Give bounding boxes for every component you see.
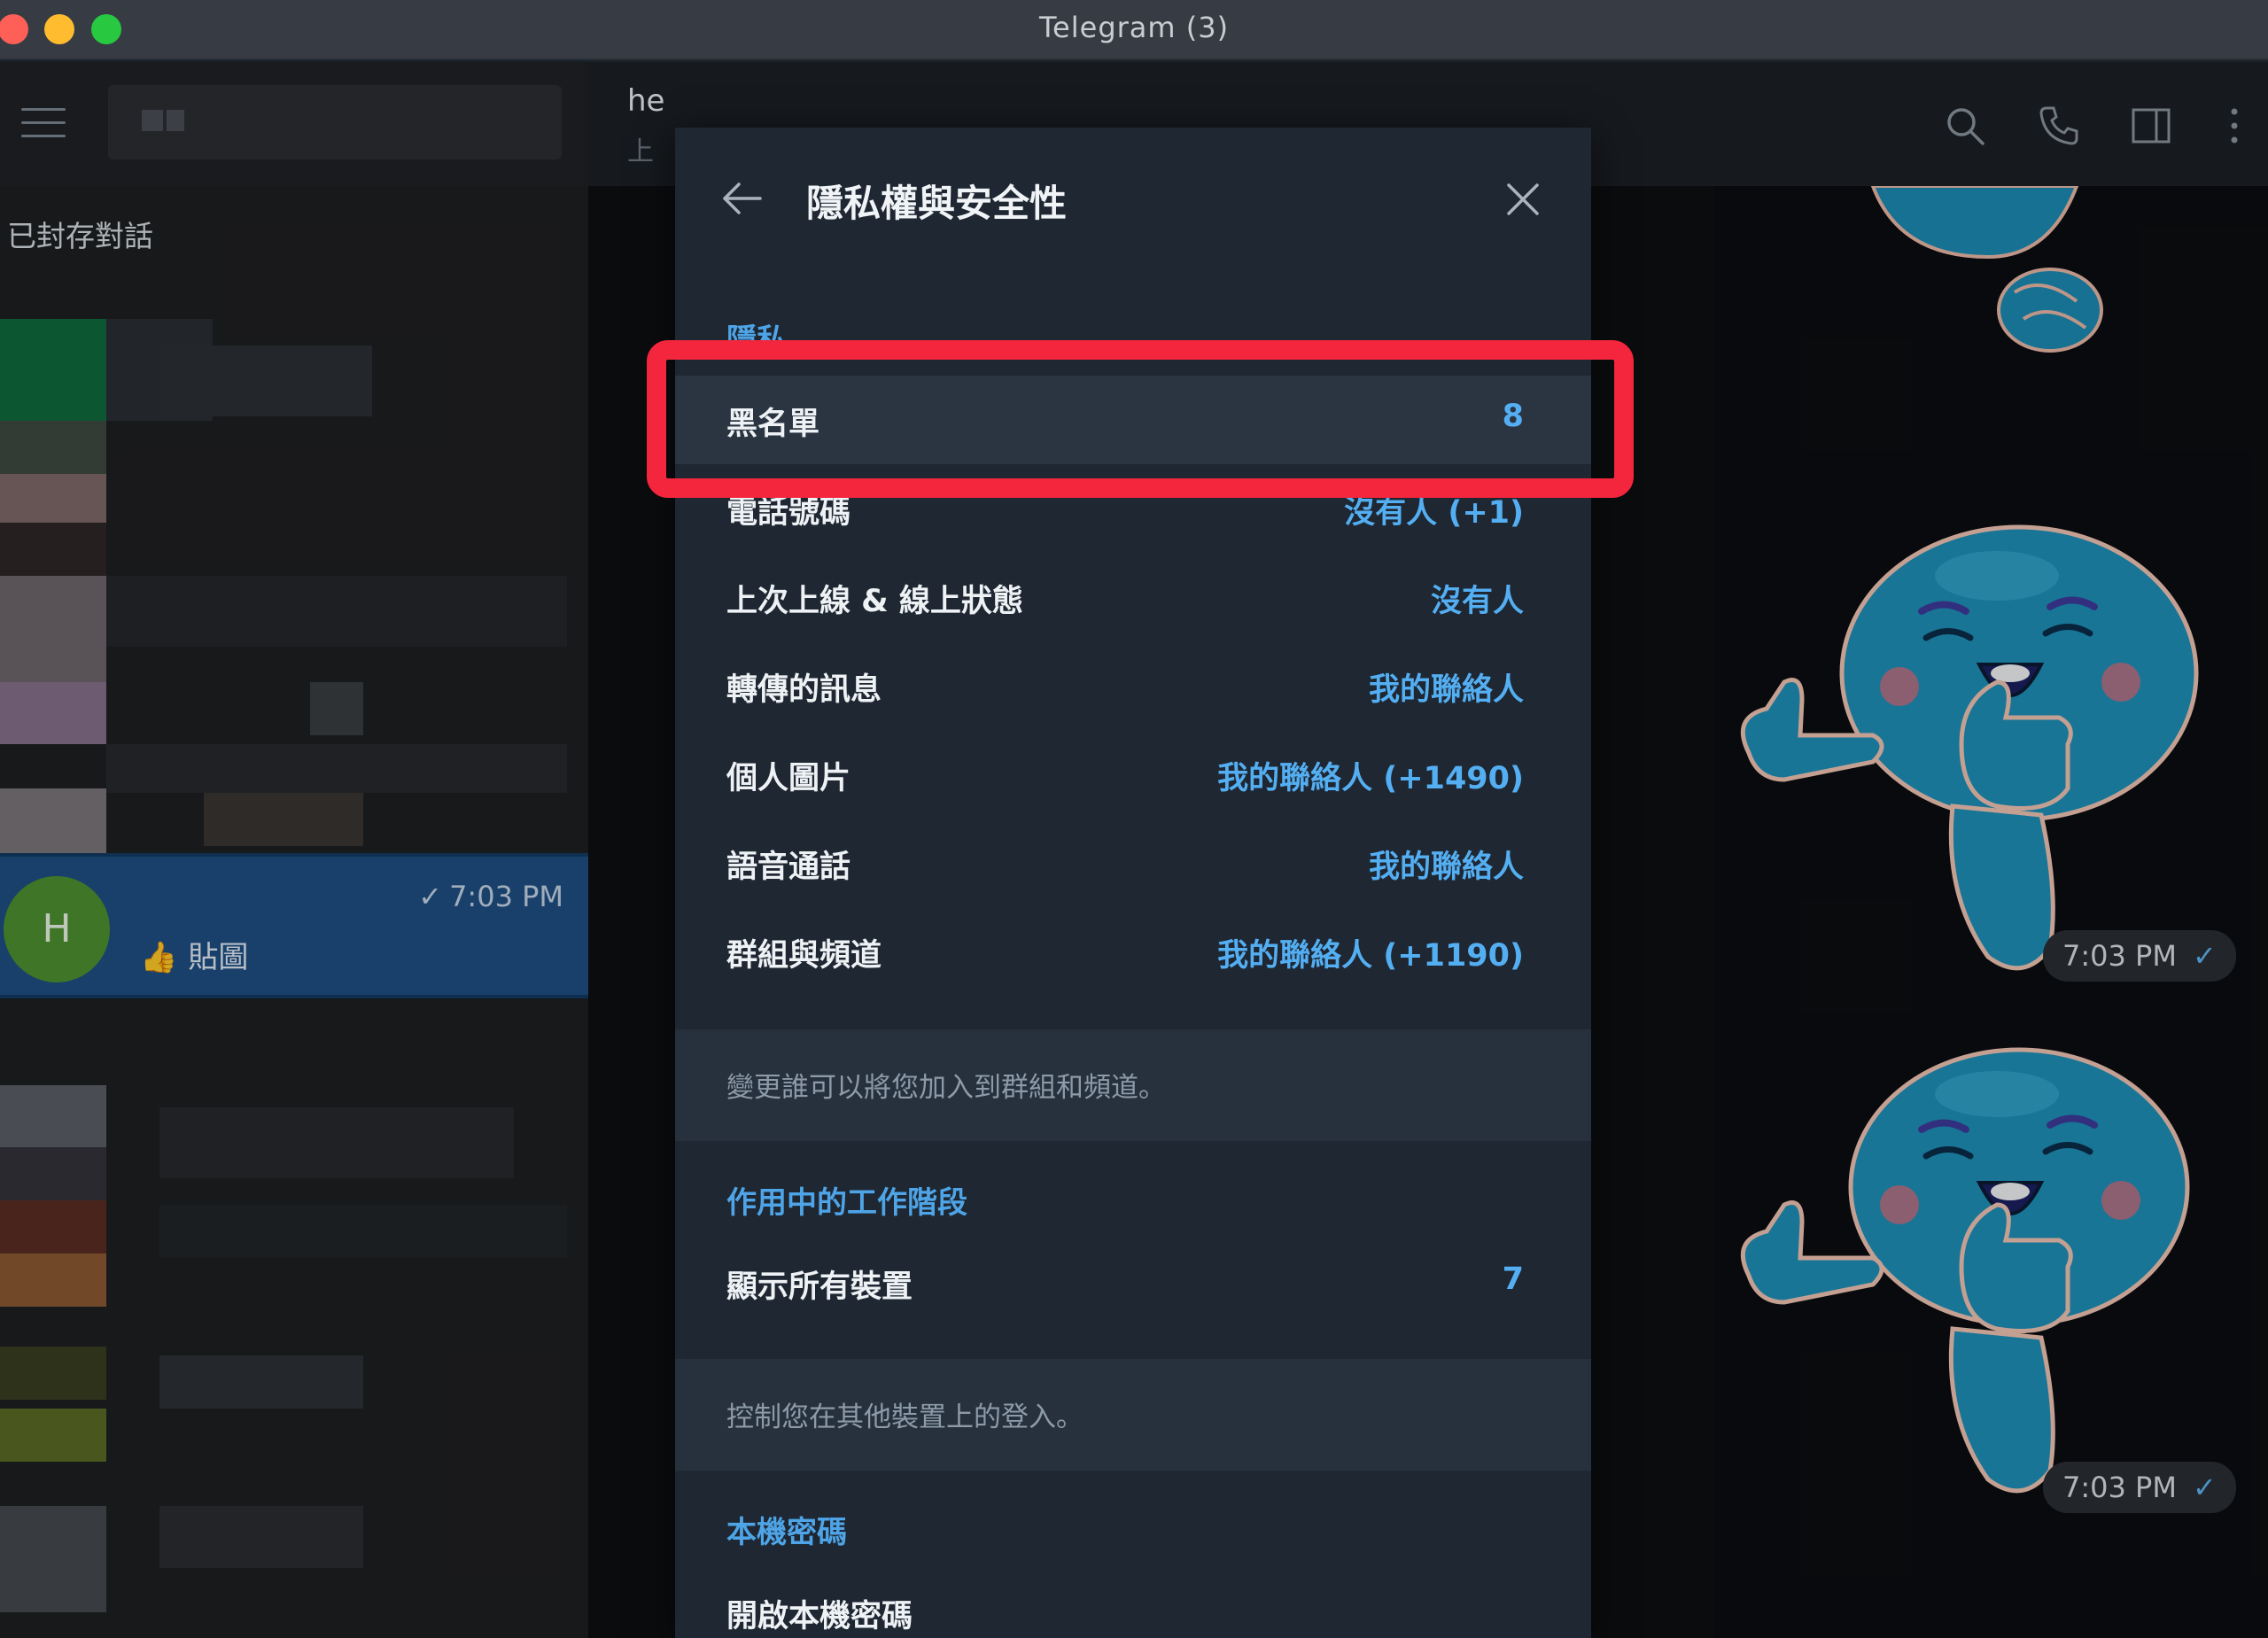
row-label: 群組與頻道 (726, 938, 882, 974)
row-value: 我的聯絡人 (1368, 850, 1524, 885)
row-label: 顯示所有裝置 (726, 1269, 913, 1305)
row-value: 7 (1502, 1261, 1524, 1297)
title-bar: Telegram (3) (0, 0, 2268, 60)
close-icon[interactable] (1506, 182, 1540, 216)
row-value: 我的聯絡人 (1368, 672, 1524, 708)
section-active-sessions: 作用中的工作階段 (726, 1185, 967, 1221)
row-value: 我的聯絡人 (+1490) (1217, 761, 1524, 796)
sessions-note: 控制您在其他裝置上的登入。 (726, 1401, 1084, 1433)
row-profile-photo[interactable]: 個人圖片 我的聯絡人 (+1490) (675, 730, 1591, 819)
sessions-note-band: 控制您在其他裝置上的登入。 (675, 1359, 1591, 1471)
row-forwarded-messages[interactable]: 轉傳的訊息 我的聯絡人 (675, 641, 1591, 730)
row-last-seen[interactable]: 上次上線 & 線上狀態 沒有人 (675, 553, 1591, 641)
highlight-box (647, 340, 1634, 498)
section-local-passcode: 本機密碼 (726, 1515, 847, 1550)
back-arrow-icon[interactable] (721, 181, 764, 216)
row-groups-channels[interactable]: 群組與頻道 我的聯絡人 (+1190) (675, 907, 1591, 996)
dialog-title: 隱私權與安全性 (806, 182, 1068, 225)
window-title: Telegram (3) (1038, 11, 1230, 44)
row-enable-passcode[interactable]: 開啟本機密碼 (675, 1568, 1591, 1638)
row-label: 個人圖片 (726, 761, 851, 796)
row-label: 轉傳的訊息 (726, 672, 882, 708)
groups-note-band: 變更誰可以將您加入到群組和頻道。 (675, 1029, 1591, 1141)
row-show-all-devices[interactable]: 顯示所有裝置 7 (675, 1238, 1591, 1327)
row-label: 開啟本機密碼 (726, 1599, 913, 1634)
row-label: 語音通話 (726, 850, 851, 885)
groups-note: 變更誰可以將您加入到群組和頻道。 (726, 1072, 1166, 1104)
dialog-header: 隱私權與安全性 (675, 128, 1591, 269)
row-label: 上次上線 & 線上狀態 (726, 584, 1023, 619)
row-value: 沒有人 (1430, 584, 1524, 619)
row-voice-calls[interactable]: 語音通話 我的聯絡人 (675, 819, 1591, 907)
row-value: 我的聯絡人 (+1190) (1217, 938, 1524, 974)
